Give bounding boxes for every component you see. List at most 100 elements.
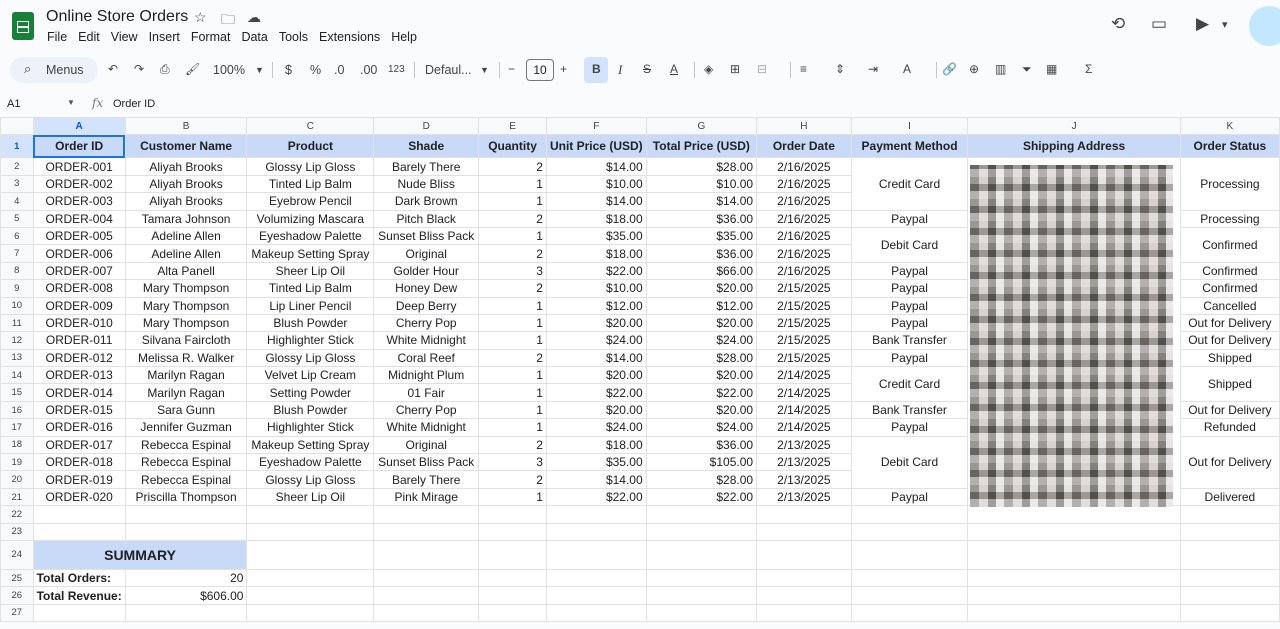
horizontal-align-icon[interactable]: ≡	[800, 62, 807, 76]
cell[interactable]: $18.00	[545, 244, 647, 263]
cell[interactable]: $24.00	[645, 418, 758, 437]
cell[interactable]: White Midnight	[373, 418, 480, 437]
strikethrough-icon[interactable]: S	[643, 62, 651, 76]
cell[interactable]: $22.00	[545, 383, 647, 402]
cell[interactable]	[645, 586, 758, 605]
header-cell[interactable]: Shipping Address	[967, 134, 1181, 159]
cell[interactable]	[478, 505, 547, 524]
order-status-cell[interactable]: Confirmed	[1179, 279, 1280, 298]
row-header[interactable]: 24	[0, 539, 34, 570]
cell[interactable]: Adeline Allen	[124, 244, 248, 263]
cell[interactable]	[478, 586, 547, 605]
cell[interactable]: 1	[478, 226, 547, 246]
cell[interactable]: Adeline Allen	[124, 226, 248, 246]
cell[interactable]: $36.00	[645, 435, 758, 455]
cell[interactable]: 1	[478, 487, 547, 507]
cell[interactable]: 2/15/2025	[756, 348, 852, 368]
cell[interactable]: Highlighter Stick	[246, 331, 375, 350]
cell[interactable]: $20.00	[645, 366, 758, 385]
row-header[interactable]: 27	[0, 603, 34, 623]
cell[interactable]	[645, 522, 758, 541]
menu-tools[interactable]: Tools	[279, 30, 308, 44]
cell[interactable]	[246, 603, 375, 623]
row-header[interactable]: 26	[0, 586, 34, 605]
cell[interactable]: 2/15/2025	[756, 279, 852, 298]
cell[interactable]: 1	[478, 383, 547, 402]
cell[interactable]	[1179, 522, 1280, 541]
cell[interactable]: $24.00	[545, 418, 647, 437]
cell[interactable]: 2/14/2025	[756, 383, 852, 402]
cell[interactable]: 2/16/2025	[756, 157, 852, 176]
cell[interactable]: $36.00	[645, 209, 758, 228]
cell[interactable]: Eyeshadow Palette	[246, 226, 375, 246]
percent-format-button[interactable]: %	[310, 63, 321, 77]
cell[interactable]: $10.00	[545, 174, 647, 194]
payment-method-cell[interactable]: Paypal	[850, 209, 969, 228]
meet-dropdown-icon[interactable]: ▾	[1222, 18, 1228, 31]
document-title[interactable]: Online Store Orders	[46, 8, 188, 26]
cell[interactable]: ORDER-004	[32, 209, 126, 228]
cell[interactable]: $12.00	[545, 296, 647, 315]
order-status-cell[interactable]: Refunded	[1179, 418, 1280, 437]
font-size-input[interactable]: 10	[526, 59, 554, 81]
cell[interactable]: 2/13/2025	[756, 470, 852, 489]
insert-chart-icon[interactable]: ▥	[995, 62, 1006, 76]
cell[interactable]	[850, 568, 969, 588]
cell[interactable]	[373, 505, 480, 524]
cell[interactable]: Honey Dew	[373, 279, 480, 298]
cell[interactable]	[545, 586, 647, 605]
cell[interactable]: $66.00	[645, 261, 758, 281]
cell[interactable]	[850, 586, 969, 605]
cell[interactable]: Sheer Lip Oil	[246, 487, 375, 507]
payment-method-cell[interactable]: Credit Card	[850, 366, 969, 402]
cell[interactable]: Rebecca Espinal	[124, 435, 248, 455]
cell[interactable]: Alta Panell	[124, 261, 248, 281]
cell[interactable]	[373, 522, 480, 541]
name-box-dropdown-icon[interactable]: ▼	[67, 98, 75, 107]
cell[interactable]	[124, 603, 248, 623]
cell[interactable]: Midnight Plum	[373, 366, 480, 385]
cell[interactable]: ORDER-020	[32, 487, 126, 507]
cell[interactable]: $14.00	[545, 470, 647, 489]
order-status-cell[interactable]: Shipped	[1179, 366, 1280, 402]
cell[interactable]: Jennifer Guzman	[124, 418, 248, 437]
order-status-cell[interactable]: Out for Delivery	[1179, 435, 1280, 489]
cell[interactable]: ORDER-010	[32, 313, 126, 333]
more-formats-button[interactable]: 123	[388, 64, 405, 75]
header-cell[interactable]: Quantity	[478, 134, 547, 159]
cell[interactable]: Makeup Setting Spray	[246, 435, 375, 455]
share-button[interactable]	[1249, 6, 1280, 46]
summary-title[interactable]: SUMMARY	[32, 539, 248, 570]
cell[interactable]: 1	[478, 366, 547, 385]
cell[interactable]: $20.00	[645, 279, 758, 298]
cell[interactable]: 2/16/2025	[756, 261, 852, 281]
cell[interactable]: $22.00	[645, 383, 758, 402]
payment-method-cell[interactable]: Paypal	[850, 261, 969, 281]
cell[interactable]: 2	[478, 157, 547, 176]
cell[interactable]	[246, 568, 375, 588]
total-orders-value[interactable]: 20	[124, 568, 248, 588]
cell[interactable]	[545, 505, 647, 524]
cell[interactable]: Pitch Black	[373, 209, 480, 228]
order-status-cell[interactable]: Processing	[1179, 209, 1280, 228]
italic-icon[interactable]: I	[618, 62, 622, 78]
merge-cells-icon[interactable]: ⊟	[757, 62, 767, 76]
cell[interactable]: Aliyah Brooks	[124, 192, 248, 211]
cell[interactable]: 2/13/2025	[756, 453, 852, 472]
cell[interactable]	[246, 539, 375, 570]
cell[interactable]	[124, 522, 248, 541]
menus-search[interactable]: ⌕ Menus	[10, 57, 98, 83]
cell[interactable]: $18.00	[545, 209, 647, 228]
total-revenue-label[interactable]: Total Revenue:	[32, 586, 126, 605]
cell[interactable]: ORDER-012	[32, 348, 126, 368]
cell[interactable]	[850, 522, 969, 541]
cell[interactable]	[246, 522, 375, 541]
cell[interactable]	[645, 539, 758, 570]
cell[interactable]: 2	[478, 348, 547, 368]
cell[interactable]: Silvana Faircloth	[124, 331, 248, 350]
menu-help[interactable]: Help	[391, 30, 417, 44]
cell[interactable]: Volumizing Mascara	[246, 209, 375, 228]
cell[interactable]: 1	[478, 400, 547, 420]
cell[interactable]	[967, 586, 1181, 605]
order-status-cell[interactable]: Out for Delivery	[1179, 331, 1280, 350]
